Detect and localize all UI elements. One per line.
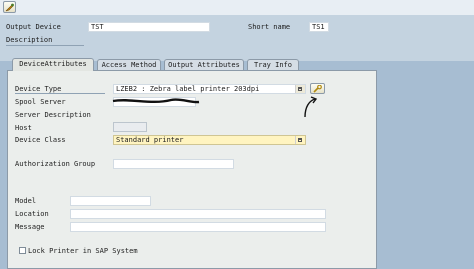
dropdown-icon[interactable] — [295, 136, 305, 144]
tab-device-attributes[interactable]: DeviceAttributes — [12, 58, 94, 71]
display-change-icon — [5, 3, 14, 12]
short-name-field[interactable]: TS1 — [309, 22, 329, 32]
annotation-arrow-icon — [304, 96, 318, 118]
location-field[interactable] — [70, 209, 326, 219]
lock-printer-checkbox[interactable] — [19, 247, 26, 254]
tab-output-attributes[interactable]: Output Attributes — [164, 59, 244, 70]
tab-access-method[interactable]: Access Method — [97, 59, 161, 70]
device-class-label: Device Class — [15, 136, 66, 144]
redaction-scribble — [112, 98, 200, 104]
device-attributes-panel: Device Type LZEB2 : Zebra label printer … — [7, 70, 377, 269]
output-device-field[interactable]: TST — [88, 22, 210, 32]
authorization-group-label: Authorization Group — [15, 160, 96, 168]
authorization-group-field[interactable] — [113, 159, 234, 169]
host-field — [113, 122, 147, 132]
wrench-icon — [313, 85, 322, 93]
lock-printer-label: Lock Printer in SAP System — [28, 247, 138, 255]
search-help-icon[interactable] — [295, 85, 305, 93]
spool-server-label: Spool Server — [15, 98, 66, 106]
display-change-button[interactable] — [3, 1, 16, 13]
description-underline — [6, 45, 84, 46]
message-label: Message — [15, 223, 45, 231]
location-label: Location — [15, 210, 49, 218]
header-area: Output Device TST Short name TS1 Descrip… — [0, 15, 474, 61]
description-label: Description — [6, 36, 53, 44]
device-type-field[interactable]: LZEB2 : Zebra label printer 203dpi — [113, 84, 306, 94]
device-type-underline — [15, 93, 105, 94]
device-class-value: Standard printer — [116, 136, 184, 144]
short-name-label: Short name — [248, 23, 291, 31]
message-field[interactable] — [70, 222, 326, 232]
device-settings-button[interactable] — [310, 83, 325, 94]
output-device-label: Output Device — [6, 23, 61, 31]
server-description-label: Server Description — [15, 111, 91, 119]
model-field[interactable] — [70, 196, 151, 206]
model-label: Model — [15, 197, 37, 205]
host-label: Host — [15, 124, 32, 132]
device-class-field[interactable]: Standard printer — [113, 135, 306, 145]
tab-tray-info[interactable]: Tray Info — [247, 59, 299, 70]
application-toolbar — [0, 0, 474, 16]
device-type-value: LZEB2 : Zebra label printer 203dpi — [116, 85, 260, 93]
